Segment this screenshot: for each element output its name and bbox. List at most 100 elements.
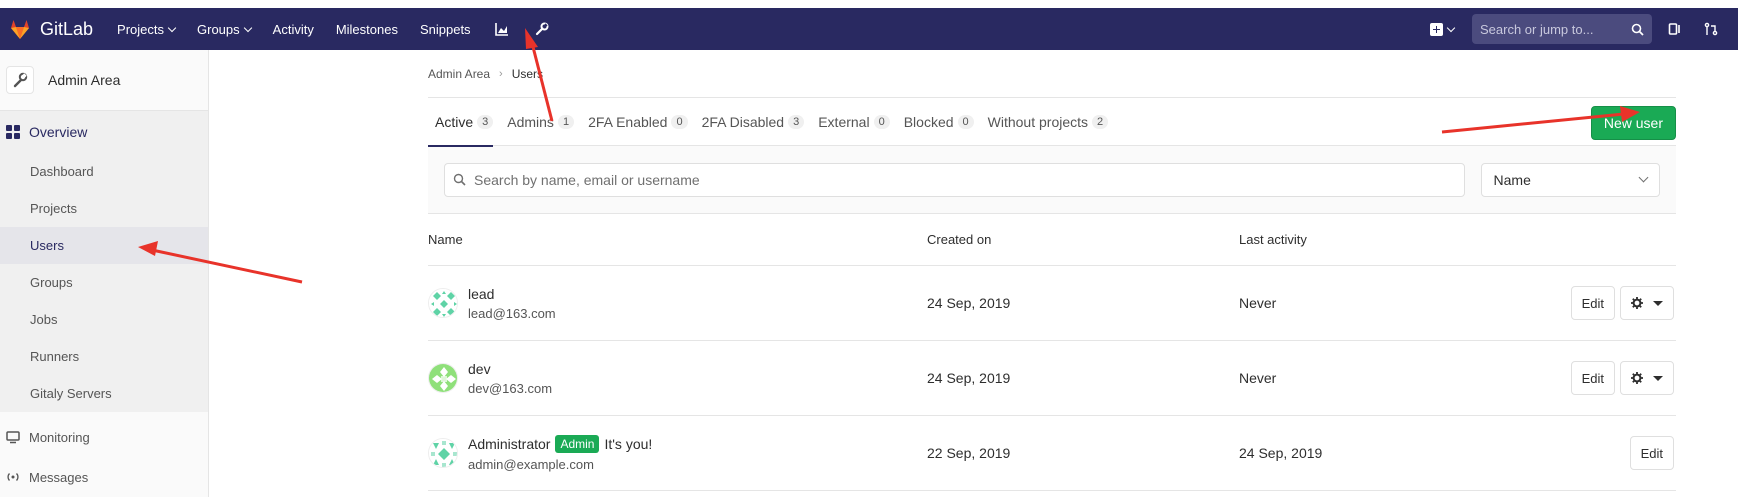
breadcrumb-admin-area[interactable]: Admin Area xyxy=(428,67,490,81)
merge-request-icon[interactable] xyxy=(1702,20,1720,38)
sidebar-item-monitoring[interactable]: Monitoring xyxy=(0,412,208,462)
last-activity: 24 Sep, 2019 xyxy=(1239,445,1323,461)
caret-down-icon xyxy=(1653,375,1663,381)
grid-icon xyxy=(6,125,20,139)
tab-count-badge: 0 xyxy=(671,114,688,129)
user-cell: dev dev@163.com xyxy=(428,361,927,396)
last-activity: Never xyxy=(1239,370,1277,386)
new-dropdown-button[interactable] xyxy=(1430,22,1456,36)
user-name-link[interactable]: dev xyxy=(468,361,552,377)
chevron-down-icon xyxy=(1638,172,1649,183)
sidebar-item-messages[interactable]: Messages xyxy=(0,462,208,492)
edit-button[interactable]: Edit xyxy=(1570,286,1615,320)
search-icon xyxy=(453,173,466,186)
wrench-icon[interactable] xyxy=(533,20,551,38)
chart-icon[interactable] xyxy=(493,20,511,38)
table-row: lead lead@163.com 24 Sep, 2019 Never Edi… xyxy=(428,266,1676,341)
user-search-input[interactable] xyxy=(474,171,1424,188)
tab-label: 2FA Enabled xyxy=(588,113,668,130)
plus-square-icon xyxy=(1430,22,1443,36)
user-name: Administrator xyxy=(468,435,551,452)
sidebar-header[interactable]: Admin Area xyxy=(0,50,208,111)
broadcast-icon xyxy=(7,473,19,481)
admin-badge: Admin xyxy=(555,434,600,453)
sidebar-item-label: Projects xyxy=(30,201,77,216)
user-name-link[interactable]: Administrator Admin It's you! xyxy=(468,434,653,453)
table-header: Name Created on Last activity xyxy=(428,214,1676,266)
sidebar-item-dashboard[interactable]: Dashboard xyxy=(0,153,208,190)
top-navbar: GitLab Projects Groups Activity Mileston… xyxy=(0,8,1738,50)
breadcrumb-users[interactable]: Users xyxy=(512,67,543,81)
issues-icon[interactable] xyxy=(1666,20,1684,38)
user-filter-tabs: Active 3 Admins 1 2FA Enabled 0 2FA Disable… xyxy=(428,98,1676,147)
settings-dropdown-button[interactable] xyxy=(1620,361,1674,395)
monitor-icon xyxy=(6,431,20,444)
row-actions: Edit xyxy=(1629,436,1674,470)
wrench-icon xyxy=(13,72,28,88)
nav-groups[interactable]: Groups xyxy=(197,21,252,37)
sidebar-item-gitaly-servers[interactable]: Gitaly Servers xyxy=(0,375,208,412)
sidebar-item-label: Messages xyxy=(29,469,89,485)
user-name: dev xyxy=(468,360,491,377)
nav-projects[interactable]: Projects xyxy=(117,22,177,37)
tab-label: Without projects xyxy=(987,113,1089,130)
tab-label: 2FA Disabled xyxy=(701,113,785,130)
sidebar-item-runners[interactable]: Runners xyxy=(0,338,208,375)
nav-milestones[interactable]: Milestones xyxy=(336,22,398,37)
tab-blocked[interactable]: Blocked 0 xyxy=(904,98,974,146)
global-search-input[interactable] xyxy=(1480,21,1620,37)
new-user-button[interactable]: New user xyxy=(1590,106,1676,140)
sidebar-title: Admin Area xyxy=(48,72,121,88)
breadcrumb: Admin Area › Users xyxy=(428,50,1676,98)
created-on: 24 Sep, 2019 xyxy=(927,370,1011,386)
user-name-link[interactable]: lead xyxy=(468,286,556,302)
nav-activity[interactable]: Activity xyxy=(273,22,314,37)
avatar[interactable] xyxy=(428,438,458,468)
filter-bar: Name xyxy=(428,146,1676,214)
created-on: 24 Sep, 2019 xyxy=(927,295,1011,311)
chevron-down-icon xyxy=(1446,23,1456,32)
gear-icon xyxy=(1631,372,1643,384)
settings-dropdown-button[interactable] xyxy=(1620,286,1674,320)
avatar[interactable] xyxy=(428,288,458,318)
tab-count-badge: 3 xyxy=(788,114,805,129)
tab-active[interactable]: Active 3 xyxy=(428,98,494,147)
admin-area-avatar xyxy=(6,66,34,94)
tab-count-badge: 3 xyxy=(477,114,494,129)
column-header-name: Name xyxy=(428,232,463,247)
sidebar-overview-section: Overview Dashboard Projects Users Groups… xyxy=(0,111,208,412)
user-search[interactable] xyxy=(444,162,1465,197)
sidebar-item-jobs[interactable]: Jobs xyxy=(0,301,208,338)
sidebar-item-overview[interactable]: Overview xyxy=(0,111,208,153)
tab-admins[interactable]: Admins 1 xyxy=(507,98,575,146)
admin-sidebar: Admin Area Overview Dashboard Projects U… xyxy=(0,50,209,497)
tab-without-projects[interactable]: Without projects 2 xyxy=(988,98,1109,146)
its-you-label: It's you! xyxy=(604,435,653,452)
tab-2fa-enabled[interactable]: 2FA Enabled 0 xyxy=(588,98,688,146)
user-email: admin@example.com xyxy=(468,456,594,472)
tab-external[interactable]: External 0 xyxy=(818,98,890,146)
avatar[interactable] xyxy=(428,363,458,393)
nav-activity-label: Activity xyxy=(272,21,314,37)
nav-snippets[interactable]: Snippets xyxy=(420,22,471,37)
brand-name: GitLab xyxy=(40,18,94,39)
nav-groups-label: Groups xyxy=(197,21,240,37)
row-actions: Edit xyxy=(1570,361,1674,395)
sidebar-item-groups[interactable]: Groups xyxy=(0,264,208,301)
global-search[interactable] xyxy=(1472,14,1652,44)
sort-dropdown-value: Name xyxy=(1493,171,1531,188)
top-strip xyxy=(0,0,1738,8)
search-icon xyxy=(1631,23,1644,36)
tab-count-badge: 0 xyxy=(957,114,974,129)
sort-dropdown[interactable]: Name xyxy=(1480,162,1660,197)
edit-button[interactable]: Edit xyxy=(1629,436,1674,470)
tab-2fa-disabled[interactable]: 2FA Disabled 3 xyxy=(702,98,805,146)
column-header-created: Created on xyxy=(927,232,992,247)
gitlab-logo[interactable]: GitLab xyxy=(8,17,93,41)
tab-label: Blocked xyxy=(903,113,954,130)
edit-button[interactable]: Edit xyxy=(1570,361,1615,395)
sidebar-item-label: Runners xyxy=(30,349,80,364)
created-on: 22 Sep, 2019 xyxy=(927,445,1011,461)
sidebar-item-projects[interactable]: Projects xyxy=(0,190,208,227)
sidebar-item-users[interactable]: Users xyxy=(0,227,208,264)
